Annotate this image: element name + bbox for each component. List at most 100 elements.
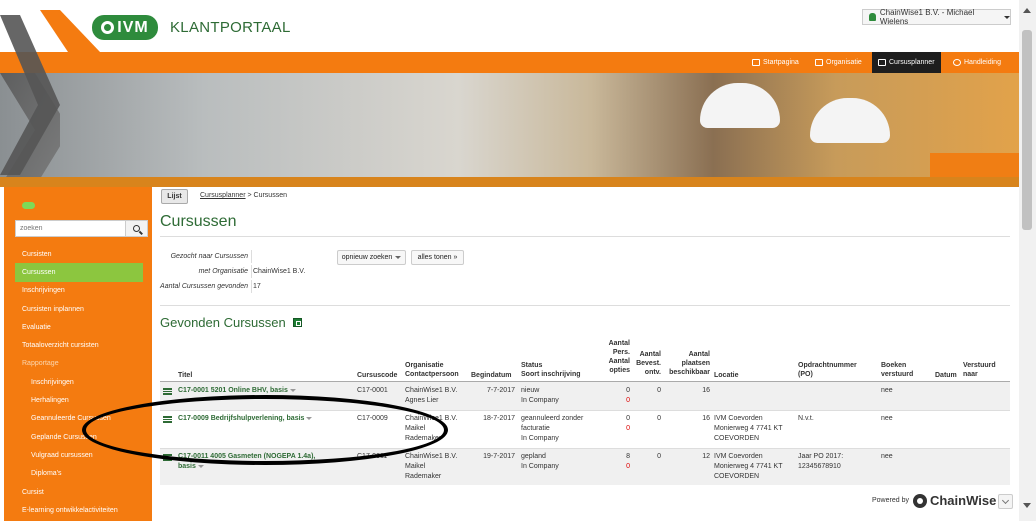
cell-code: C17-0009 xyxy=(357,415,388,422)
col-header-locatie[interactable]: Locatie xyxy=(714,371,739,380)
cell-opties: 00 xyxy=(626,387,630,404)
col-header-organisatie[interactable]: Organisatie Contactpersoon xyxy=(405,361,459,379)
cell-code: C17-0001 xyxy=(357,387,388,394)
cell-status: geannuleerd zonder facturatie In Company xyxy=(521,415,584,442)
caret-down-icon xyxy=(1004,15,1010,19)
cell-begin: 18-7-2017 xyxy=(483,415,515,422)
course-title-link[interactable]: C17-0001 5201 Online BHV, basis xyxy=(178,386,296,396)
nav-organisatie[interactable]: Organisatie xyxy=(815,52,862,73)
cell-begin: 7-7-2017 xyxy=(486,387,515,394)
search-again-button[interactable]: opnieuw zoeken xyxy=(337,250,406,265)
breadcrumb-link-cursusplanner[interactable]: Cursusplanner xyxy=(200,192,246,199)
search-input[interactable] xyxy=(15,220,126,237)
header: IVM KLANTPORTAAL ChainWise1 B.V. - Micha… xyxy=(0,0,1019,52)
sidebar-item-geplande-cursussen[interactable]: Geplande Cursussen xyxy=(15,428,152,446)
col-header-titel[interactable]: Titel xyxy=(178,371,192,380)
cell-bevest: 0 xyxy=(657,453,661,460)
course-title-link[interactable]: C17-0011 4005 Gasmeten (NOGEPA 1.4a), bas… xyxy=(178,452,315,472)
col-header-opties[interactable]: Aantal Pers. Aantal opties xyxy=(592,339,630,375)
sidebar-item-inschrijvingen[interactable]: Inschrijvingen xyxy=(15,282,152,300)
sidebar-section-rapportage: Rapportage xyxy=(22,360,59,368)
search-button[interactable] xyxy=(126,220,148,237)
chevron-down-icon xyxy=(1001,496,1010,504)
page-title: Cursussen xyxy=(160,213,237,230)
sidebar-item-vulgraad[interactable]: Vulgraad cursussen xyxy=(15,446,152,464)
home-icon xyxy=(752,59,760,66)
filter-label: met Organisatie xyxy=(198,268,248,275)
list-icon[interactable] xyxy=(163,388,172,395)
caret-down-icon[interactable] xyxy=(197,464,204,468)
nav-startpagina[interactable]: Startpagina xyxy=(752,52,799,73)
cell-plaatsen: 16 xyxy=(702,415,710,422)
col-header-datum[interactable]: Datum xyxy=(935,371,957,380)
sidebar-item-cursussen[interactable]: Cursussen xyxy=(15,263,143,282)
cell-status: gepland In Company xyxy=(521,453,559,470)
sidebar-item-cursisten-inplannen[interactable]: Cursisten inplannen xyxy=(15,300,152,318)
cell-po: N.v.t. xyxy=(798,415,814,422)
caret-down-icon[interactable] xyxy=(306,416,313,420)
user-menu-button[interactable]: ChainWise1 B.V. - Michael Wielens xyxy=(862,8,1011,26)
sidebar: Cursisten Cursussen Inschrijvingen Cursi… xyxy=(4,187,152,521)
caret-down-icon xyxy=(395,256,402,259)
cell-bevest: 0 xyxy=(657,387,661,394)
cell-opties: 80 xyxy=(626,453,630,470)
section-title: Gevonden Cursussen xyxy=(160,315,286,330)
toggle-icon[interactable] xyxy=(22,202,35,209)
search-icon xyxy=(133,225,140,232)
scroll-down-button[interactable] xyxy=(998,494,1013,509)
tab-lijst[interactable]: Lijst xyxy=(161,189,188,204)
scroll-up-arrow-icon[interactable] xyxy=(1023,8,1031,13)
show-all-button[interactable]: alles tonen » xyxy=(411,250,464,265)
sidebar-item-cursist[interactable]: Cursist xyxy=(15,483,152,501)
sidebar-item-diplomas[interactable]: Diploma's xyxy=(15,465,152,483)
sidebar-item-rapportage-inschrijvingen[interactable]: Inschrijvingen xyxy=(15,373,152,391)
sidebar-item-herhalingen[interactable]: Herhalingen xyxy=(15,391,152,409)
cell-bevest: 0 xyxy=(657,415,661,422)
caret-down-icon[interactable] xyxy=(289,388,296,392)
sidebar-item-elearning[interactable]: E-learning ontwikkelactiviteiten xyxy=(15,501,152,519)
scroll-down-arrow-icon[interactable] xyxy=(1023,503,1031,508)
sidebar-menu: Cursisten Cursussen Inschrijvingen Cursi… xyxy=(15,245,152,519)
cell-code: C17-0011 xyxy=(357,453,388,460)
filter-value: 17 xyxy=(253,283,261,290)
main-content: Lijst Cursusplanner > Cursussen Cursusse… xyxy=(152,187,1019,521)
nav-cursusplanner[interactable]: Cursusplanner xyxy=(872,52,941,73)
col-header-boeken[interactable]: Boeken verstuurd xyxy=(881,361,913,379)
col-header-cursuscode[interactable]: Cursuscode xyxy=(357,371,397,380)
list-icon[interactable] xyxy=(163,454,172,461)
course-title-link[interactable]: C17-0009 Bedrijfshulpverlening, basis xyxy=(178,414,313,424)
sidebar-item-geannuleerde-cursussen[interactable]: Geannuleerde Cursussen xyxy=(15,410,152,428)
cell-locatie: IVM Coevorden Monierweg 4 7741 KT COEVORDE… xyxy=(714,415,783,442)
cell-opties: 00 xyxy=(626,415,630,432)
calendar-icon xyxy=(878,59,886,66)
cell-boeken: nee xyxy=(881,453,893,460)
main-nav: Startpagina Organisatie Cursusplanner Ha… xyxy=(0,52,1019,73)
excel-export-icon[interactable] xyxy=(293,318,302,327)
powered-by: Powered by ChainWise xyxy=(872,493,997,508)
cell-plaatsen: 12 xyxy=(702,453,710,460)
col-header-opdrachtnummer[interactable]: Opdrachtnummer (PO) xyxy=(798,361,857,379)
scrollbar[interactable] xyxy=(1019,0,1036,521)
col-header-bevest[interactable]: Aantal Bevest. ontv. xyxy=(630,350,661,377)
col-header-verstuurd-naar[interactable]: Verstuurd naar xyxy=(963,361,996,379)
cell-locatie: IVM Coevorden Monierweg 4 7741 KT COEVORDE… xyxy=(714,453,783,480)
cell-org: ChainWise1 B.V. Agnes Lier xyxy=(405,387,458,404)
cell-boeken: nee xyxy=(881,387,893,394)
col-header-status[interactable]: Status Soort inschrijving xyxy=(521,361,581,379)
cell-org: ChainWise1 B.V. Maikel Rademaker xyxy=(405,453,458,480)
filter-label: Gezocht naar Cursussen xyxy=(170,253,248,260)
sidebar-item-cursisten[interactable]: Cursisten xyxy=(15,245,152,263)
col-header-plaatsen[interactable]: Aantal plaatsen beschikbaar xyxy=(664,350,710,377)
cell-boeken: nee xyxy=(881,415,893,422)
ivm-logo[interactable]: IVM xyxy=(92,15,158,40)
col-header-begindatum[interactable]: Begindatum xyxy=(471,371,511,380)
help-icon xyxy=(953,59,961,66)
scroll-thumb[interactable] xyxy=(1022,30,1032,230)
nav-handleiding[interactable]: Handleiding xyxy=(953,52,1001,73)
sidebar-item-evaluatie[interactable]: Evaluatie xyxy=(15,318,152,336)
hero-banner xyxy=(0,73,1019,187)
list-icon[interactable] xyxy=(163,416,172,423)
cell-status: nieuw In Company xyxy=(521,387,559,404)
sidebar-item-totaaloverzicht[interactable]: Totaaloverzicht cursisten xyxy=(15,336,152,354)
cell-org: ChainWise1 B.V. Maikel Rademaker xyxy=(405,415,458,442)
